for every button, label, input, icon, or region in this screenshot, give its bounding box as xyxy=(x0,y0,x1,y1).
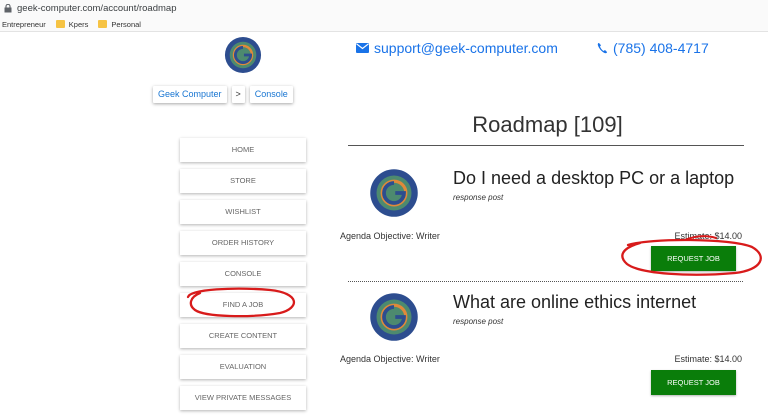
title-divider xyxy=(348,145,744,146)
nav-store[interactable]: STORE xyxy=(180,169,306,193)
site-logo[interactable] xyxy=(224,36,262,74)
post-logo xyxy=(369,168,419,223)
bookmark-label: Kpers xyxy=(68,19,89,29)
breadcrumb-home[interactable]: Geek Computer xyxy=(153,86,227,103)
nav-find-a-job[interactable]: FIND A JOB xyxy=(180,293,306,317)
bookmark-personal[interactable]: Personal xyxy=(98,20,141,29)
roadmap-post: What are online ethics internet response… xyxy=(340,292,745,412)
support-email-link[interactable]: support@geek-computer.com xyxy=(356,40,558,56)
folder-icon xyxy=(98,20,108,28)
breadcrumb-console[interactable]: Console xyxy=(249,86,293,103)
nav-order-history[interactable]: ORDER HISTORY xyxy=(180,231,306,255)
support-email: support@geek-computer.com xyxy=(374,40,558,56)
sidebar-nav: HOME STORE WISHLIST ORDER HISTORY CONSOL… xyxy=(180,138,306,417)
address-bar[interactable]: geek-computer.com/account/roadmap xyxy=(0,0,768,17)
post-title[interactable]: Do I need a desktop PC or a laptop xyxy=(453,168,734,189)
geek-computer-logo-icon xyxy=(224,36,262,74)
lock-icon xyxy=(4,4,12,13)
estimate: Estimate: $14.00 xyxy=(674,231,742,241)
nav-home[interactable]: HOME xyxy=(180,138,306,162)
agenda-objective: Agenda Objective: Writer xyxy=(340,231,440,241)
nav-console[interactable]: CONSOLE xyxy=(180,262,306,286)
geek-computer-logo-icon xyxy=(370,169,418,217)
request-job-button[interactable]: REQUEST JOB xyxy=(651,246,736,271)
nav-wishlist[interactable]: WISHLIST xyxy=(180,200,306,224)
bookmark-label: Personal xyxy=(111,19,141,29)
bookmark-kpers[interactable]: Kpers xyxy=(55,19,89,29)
page-title: Roadmap [109] xyxy=(472,112,623,137)
request-job-button[interactable]: REQUEST JOB xyxy=(651,370,736,395)
nav-evaluation[interactable]: EVALUATION xyxy=(180,355,306,379)
envelope-icon xyxy=(356,43,369,53)
post-logo xyxy=(369,292,419,347)
bookmarks-bar: Entrepreneur Kpers Personal xyxy=(0,17,768,32)
roadmap-post: Do I need a desktop PC or a laptop respo… xyxy=(340,168,745,288)
geek-computer-logo-icon xyxy=(370,293,418,341)
post-title[interactable]: What are online ethics internet xyxy=(453,292,696,313)
phone-link[interactable]: (785) 408-4717 xyxy=(597,40,709,56)
breadcrumb: Geek Computer > Console xyxy=(153,86,298,103)
agenda-objective: Agenda Objective: Writer xyxy=(340,354,440,364)
post-divider xyxy=(348,281,743,282)
post-subtitle: response post xyxy=(453,317,504,326)
nav-view-private-messages[interactable]: VIEW PRIVATE MESSAGES xyxy=(180,386,306,410)
breadcrumb-separator: > xyxy=(231,86,245,103)
estimate: Estimate: $14.00 xyxy=(674,354,742,364)
nav-create-content[interactable]: CREATE CONTENT xyxy=(180,324,306,348)
phone-icon xyxy=(597,43,607,54)
post-subtitle: response post xyxy=(453,193,504,202)
folder-icon xyxy=(55,20,65,28)
bookmark-entrepreneur[interactable]: Entrepreneur xyxy=(2,20,46,29)
url-text: geek-computer.com/account/roadmap xyxy=(17,3,177,14)
support-phone: (785) 408-4717 xyxy=(613,40,709,56)
bookmark-label: Entrepreneur xyxy=(2,19,46,29)
